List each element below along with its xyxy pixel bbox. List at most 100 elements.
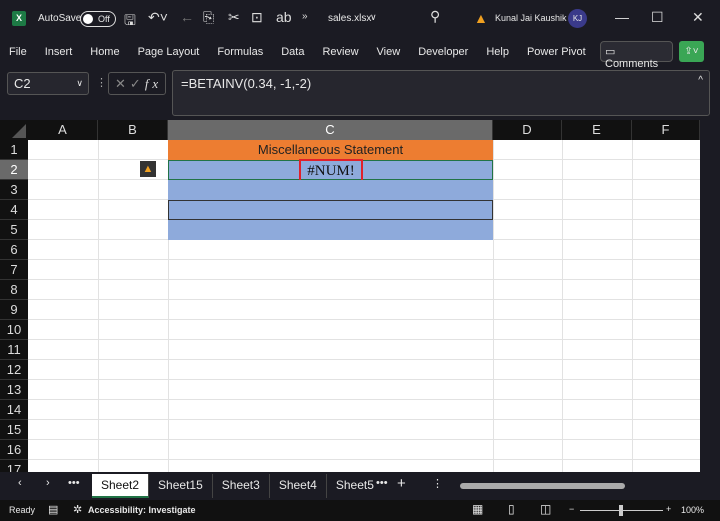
horizontal-scrollbar[interactable] [460, 483, 625, 489]
menu-power-pivot[interactable]: Power Pivot [518, 42, 595, 62]
cell-c5[interactable] [168, 220, 493, 240]
maximize-icon[interactable]: ☐ [651, 9, 664, 26]
row-header-15[interactable]: 15 [0, 420, 28, 440]
excel-logo-icon: X [12, 11, 26, 26]
menu-developer[interactable]: Developer [409, 42, 477, 62]
menu-insert[interactable]: Insert [36, 42, 82, 62]
accessibility-icon: ✲ [73, 504, 83, 516]
cell-c3[interactable] [168, 180, 493, 200]
column-header-f[interactable]: F [632, 120, 700, 140]
macro-icon[interactable]: ▤ [48, 503, 58, 516]
sheet-tabs-bar: ‹ › ••• Sheet2 Sheet15 Sheet3 Sheet4 She… [0, 472, 720, 499]
row-header-12[interactable]: 12 [0, 360, 28, 380]
zoom-slider[interactable] [580, 505, 663, 516]
tab-sheet3[interactable]: Sheet3 [213, 474, 270, 498]
comments-label: Comments [605, 58, 659, 70]
formula-text: =BETAINV(0.34, -1,-2) [181, 76, 312, 91]
comments-button[interactable]: ▭ Comments [600, 41, 673, 70]
chevron-down-icon[interactable]: ∨ [76, 78, 83, 89]
format-painter-icon[interactable]: ⊡ [251, 9, 263, 26]
cell-c1[interactable]: Miscellaneous Statement [168, 140, 493, 160]
enter-icon[interactable]: ✓ [130, 76, 145, 91]
row-header-5[interactable]: 5 [0, 220, 28, 240]
name-box-value: C2 [14, 76, 31, 91]
menu-page-layout[interactable]: Page Layout [129, 42, 209, 62]
page-break-view-icon[interactable]: ◫ [540, 502, 551, 516]
close-icon[interactable]: ✕ [692, 9, 704, 26]
more-sheets-icon[interactable]: ••• [68, 477, 80, 489]
zoom-out-icon[interactable]: − [569, 504, 574, 514]
options-icon[interactable]: ⋮ [432, 477, 443, 490]
vertical-scrollbar[interactable] [700, 120, 720, 472]
fx-icon[interactable]: fx [145, 76, 162, 91]
undo-icon[interactable]: ↶˅ [148, 9, 168, 26]
tab-sheet4[interactable]: Sheet4 [270, 474, 327, 498]
name-box[interactable]: C2 ∨ [7, 72, 89, 95]
cell-c2[interactable]: #NUM! [168, 159, 493, 183]
row-header-1[interactable]: 1 [0, 140, 28, 160]
page-layout-view-icon[interactable]: ▯ [508, 502, 515, 516]
column-header-b[interactable]: B [98, 120, 168, 140]
cut-icon[interactable]: ✂ [228, 9, 240, 26]
row-header-16[interactable]: 16 [0, 440, 28, 460]
menu-data[interactable]: Data [272, 42, 313, 62]
save-icon[interactable]: 🖫 [124, 10, 136, 34]
row-header-6[interactable]: 6 [0, 240, 28, 260]
copy-icon[interactable]: ⎘ [203, 9, 214, 26]
row-header-14[interactable]: 14 [0, 400, 28, 420]
chevron-down-icon[interactable]: ∨ [370, 12, 377, 23]
cell-c4[interactable] [168, 200, 493, 220]
select-all-button[interactable] [0, 120, 28, 140]
zoom-in-icon[interactable]: + [666, 504, 671, 514]
menu-review[interactable]: Review [313, 42, 367, 62]
more-icon[interactable]: ⋮ [96, 76, 107, 89]
spelling-icon[interactable]: ab [276, 9, 292, 25]
add-sheet-button[interactable]: + [397, 475, 406, 492]
tab-sheet15[interactable]: Sheet15 [149, 474, 213, 498]
row-header-17[interactable]: 17 [0, 460, 28, 472]
error-warning-icon[interactable]: ▲ [140, 161, 156, 177]
tab-sheet5[interactable]: Sheet5 [327, 474, 383, 498]
row-header-2[interactable]: 2 [0, 160, 28, 180]
comment-icon: ▭ [605, 46, 616, 58]
formula-buttons: ✕✓fx [108, 72, 166, 95]
more-commands-icon[interactable]: » [302, 11, 308, 22]
minimize-icon[interactable]: — [615, 9, 629, 25]
row-header-8[interactable]: 8 [0, 280, 28, 300]
row-header-9[interactable]: 9 [0, 300, 28, 320]
row-header-11[interactable]: 11 [0, 340, 28, 360]
normal-view-icon[interactable]: ▦ [472, 502, 483, 516]
column-header-d[interactable]: D [493, 120, 562, 140]
user-name: Kunal Jai Kaushik [495, 13, 567, 23]
share-button[interactable]: ⇪˅ [679, 41, 704, 62]
zoom-level[interactable]: 100% [681, 505, 704, 515]
ribbon-menu: File Insert Home Page Layout Formulas Da… [0, 42, 595, 62]
search-icon[interactable]: ⚲ [430, 8, 440, 25]
column-header-a[interactable]: A [28, 120, 98, 140]
column-header-e[interactable]: E [562, 120, 632, 140]
autosave-toggle[interactable]: Off [80, 11, 116, 27]
collapse-icon[interactable]: ^ [698, 75, 703, 86]
row-header-10[interactable]: 10 [0, 320, 28, 340]
row-header-3[interactable]: 3 [0, 180, 28, 200]
next-sheet-icon[interactable]: › [46, 477, 50, 489]
spreadsheet-grid[interactable]: A B C D E F 1 2 3 4 5 6 7 8 9 10 11 12 13 14 15 16 17 Mi… [0, 120, 700, 472]
redo-icon[interactable]: ← [180, 9, 194, 25]
prev-sheet-icon[interactable]: ‹ [18, 477, 22, 489]
cancel-icon[interactable]: ✕ [115, 76, 130, 91]
filename[interactable]: sales.xlsx [328, 13, 371, 24]
row-header-7[interactable]: 7 [0, 260, 28, 280]
menu-help[interactable]: Help [477, 42, 518, 62]
menu-file[interactable]: File [0, 42, 36, 62]
row-header-4[interactable]: 4 [0, 200, 28, 220]
row-header-13[interactable]: 13 [0, 380, 28, 400]
tab-sheet2[interactable]: Sheet2 [92, 474, 150, 498]
menu-formulas[interactable]: Formulas [208, 42, 272, 62]
more-sheets-icon[interactable]: ••• [376, 477, 388, 489]
avatar[interactable]: KJ [568, 9, 587, 28]
menu-home[interactable]: Home [81, 42, 128, 62]
formula-input[interactable]: =BETAINV(0.34, -1,-2) ^ [172, 70, 710, 116]
accessibility-status[interactable]: Accessibility: Investigate [88, 505, 196, 515]
menu-view[interactable]: View [368, 42, 410, 62]
column-header-c[interactable]: C [168, 120, 493, 140]
